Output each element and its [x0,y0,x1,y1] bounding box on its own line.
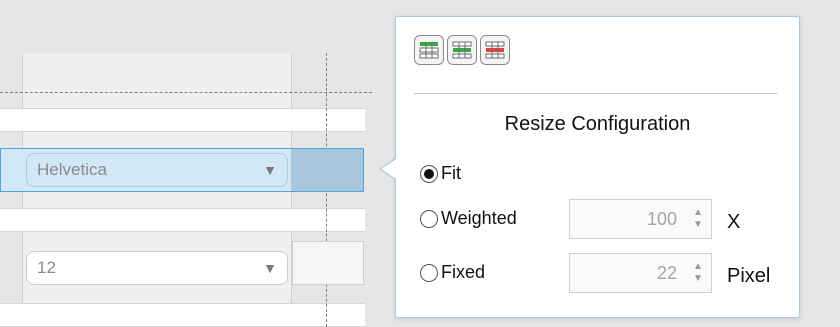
resize-toolbar [414,35,510,65]
table-row[interactable] [0,108,365,132]
weighted-value: 100 [646,208,677,229]
popup-title: Resize Configuration [504,113,691,135]
stepper-arrows-icon[interactable]: ▲ ▼ [685,200,711,238]
font-size-value: 12 [37,258,56,277]
table-row[interactable] [0,303,365,327]
font-size-dropdown[interactable]: 12 ▼ [26,251,288,285]
resize-fixed-icon[interactable] [480,35,510,65]
resize-fit-icon[interactable] [414,35,444,65]
font-dropdown[interactable]: Helvetica ▼ [26,153,288,187]
fixed-value: 22 [656,262,677,283]
resize-popup: Resize Configuration Fit Weighted 100 ▲ ▼… [395,16,800,318]
table-row[interactable] [0,208,365,232]
weighted-unit: X [727,211,741,233]
fixed-unit: Pixel [727,265,771,287]
fixed-value-stepper[interactable]: 22 ▲ ▼ [569,253,712,293]
fixed-option[interactable]: Fixed [420,262,485,283]
guide-line-horizontal [0,92,372,93]
resize-weighted-icon[interactable] [447,35,477,65]
divider [414,93,777,94]
fixed-radio[interactable] [420,263,438,282]
fit-option[interactable]: Fit [420,163,461,184]
font-dropdown-value: Helvetica [37,160,107,179]
popup-pointer-fill [381,159,396,179]
weighted-radio[interactable] [420,209,438,228]
radio-selected-dot [424,168,434,179]
weighted-value-stepper[interactable]: 100 ▲ ▼ [569,199,712,239]
weighted-option[interactable]: Weighted [420,208,517,229]
weighted-label: Weighted [441,208,517,228]
fit-label: Fit [441,163,461,183]
table-cell[interactable] [292,241,364,285]
chevron-down-icon[interactable]: ▼ [263,162,277,178]
table-grid: Helvetica ▼ 12 ▼ [0,0,400,327]
fixed-label: Fixed [441,262,486,282]
stepper-arrows-icon[interactable]: ▲ ▼ [685,254,711,292]
selected-cell[interactable] [291,149,363,191]
fit-radio[interactable] [420,164,438,183]
chevron-down-icon[interactable]: ▼ [263,260,277,276]
